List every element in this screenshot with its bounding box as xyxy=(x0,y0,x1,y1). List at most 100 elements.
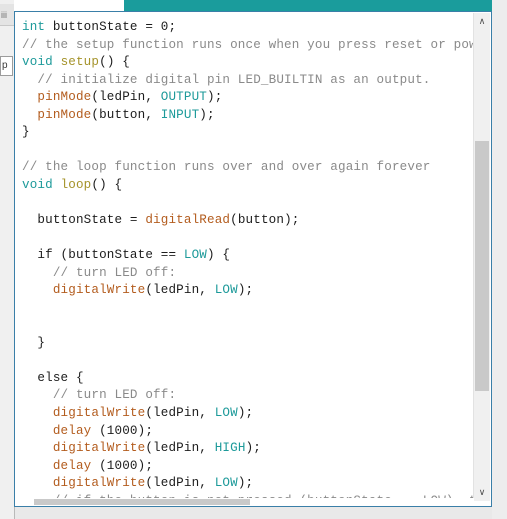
code-token: digitalWrite xyxy=(52,441,146,456)
code-line[interactable]: pinMode(button, INPUT); xyxy=(16,107,474,125)
code-line[interactable]: int buttonState = 0; xyxy=(16,19,474,37)
horizontal-scrollbar[interactable] xyxy=(16,498,474,505)
code-line[interactable]: delay (1000); xyxy=(16,423,474,441)
code-token: buttonState = xyxy=(22,213,146,228)
code-token: digitalWrite xyxy=(52,406,146,421)
code-token: (1000); xyxy=(91,458,154,473)
code-line[interactable] xyxy=(16,142,474,160)
code-token: void xyxy=(22,55,53,70)
code-line[interactable]: } xyxy=(16,335,474,353)
scroll-up-arrow-icon[interactable]: ∧ xyxy=(474,13,490,30)
code-token: ); xyxy=(237,476,254,491)
code-line[interactable]: digitalWrite(ledPin, HIGH); xyxy=(16,440,474,458)
code-token: (ledPin, xyxy=(91,90,161,105)
code-token: if (buttonState == xyxy=(22,248,184,263)
code-line[interactable]: if (buttonState == LOW) { xyxy=(16,247,474,265)
background-window-toolbar: iii xyxy=(0,4,14,26)
sketch-tab[interactable] xyxy=(14,0,124,11)
code-token: buttonState = 0; xyxy=(45,20,177,34)
code-token: digitalWrite xyxy=(52,476,146,491)
code-token: INPUT xyxy=(160,107,200,122)
code-token: (ledPin, xyxy=(145,441,215,456)
code-line[interactable] xyxy=(16,317,474,335)
code-line[interactable]: void setup() { xyxy=(16,54,474,72)
code-token: (button); xyxy=(230,213,300,228)
code-line[interactable]: // turn LED off: xyxy=(16,387,474,405)
code-line[interactable]: digitalWrite(ledPin, LOW); xyxy=(16,475,474,493)
code-line[interactable]: digitalWrite(ledPin, LOW); xyxy=(16,405,474,423)
scroll-down-arrow-icon[interactable]: ∨ xyxy=(474,484,490,501)
code-token: } xyxy=(22,335,46,350)
code-token: pinMode xyxy=(37,107,92,122)
code-token: digitalRead xyxy=(145,213,231,228)
vertical-scrollbar[interactable]: ∧ ∨ xyxy=(473,13,490,501)
title-bar[interactable] xyxy=(14,0,492,11)
code-line[interactable] xyxy=(16,352,474,370)
code-token: pinMode xyxy=(37,90,92,105)
code-token: setup xyxy=(60,55,100,70)
code-token: (button, xyxy=(91,107,161,122)
code-line[interactable]: delay (1000); xyxy=(16,458,474,476)
editor-frame: int buttonState = 0;// the setup functio… xyxy=(14,11,492,507)
code-token: LOW xyxy=(183,248,207,263)
code-token: // initialize digital pin LED_BUILTIN as… xyxy=(22,72,431,87)
code-line[interactable]: pinMode(ledPin, OUTPUT); xyxy=(16,89,474,107)
code-token: // turn LED off: xyxy=(22,265,177,280)
background-window[interactable]: iii p xyxy=(0,0,15,519)
code-token: void xyxy=(22,177,53,192)
code-token: (ledPin, xyxy=(145,406,215,421)
code-line[interactable]: // the loop function runs over and over … xyxy=(16,159,474,177)
code-token: () { xyxy=(91,177,123,192)
code-line[interactable] xyxy=(16,300,474,318)
background-window-text-field[interactable]: p xyxy=(0,56,13,76)
code-token: ); xyxy=(237,406,254,421)
code-token: // the setup function runs once when you… xyxy=(22,37,474,52)
code-token: loop xyxy=(60,177,92,192)
code-line[interactable]: } xyxy=(16,124,474,142)
code-line[interactable]: // initialize digital pin LED_BUILTIN as… xyxy=(16,72,474,90)
code-token: LOW xyxy=(214,283,238,298)
code-token: // the loop function runs over and over … xyxy=(22,160,431,175)
code-token: ); xyxy=(237,283,254,298)
code-token: (ledPin, xyxy=(145,476,215,491)
code-token: (1000); xyxy=(91,423,154,438)
code-line[interactable]: // turn LED off: xyxy=(16,265,474,283)
code-token: delay xyxy=(52,423,92,438)
vertical-scrollbar-thumb[interactable] xyxy=(475,141,489,391)
code-token: ); xyxy=(199,107,215,122)
code-token: ); xyxy=(245,441,261,456)
horizontal-scrollbar-thumb[interactable] xyxy=(34,499,250,505)
code-token: () { xyxy=(99,55,130,70)
code-line[interactable] xyxy=(16,194,474,212)
code-line[interactable]: buttonState = digitalRead(button); xyxy=(16,212,474,230)
code-token: else { xyxy=(22,370,84,385)
code-line[interactable]: // the setup function runs once when you… xyxy=(16,37,474,55)
screen: iii p int buttonState = 0;// the setup f… xyxy=(0,0,507,519)
code-token: // turn LED off: xyxy=(22,388,177,403)
arduino-editor-window: int buttonState = 0;// the setup functio… xyxy=(14,0,492,519)
code-editor[interactable]: int buttonState = 0;// the setup functio… xyxy=(16,13,474,501)
code-token: (ledPin, xyxy=(145,283,215,298)
code-token: } xyxy=(22,125,30,140)
code-token: ) { xyxy=(206,248,231,263)
code-line[interactable]: else { xyxy=(16,370,474,388)
desktop-background xyxy=(492,0,507,519)
code-line[interactable]: digitalWrite(ledPin, LOW); xyxy=(16,282,474,300)
code-line[interactable] xyxy=(16,230,474,248)
code-token: digitalWrite xyxy=(52,283,146,298)
code-token: int xyxy=(22,20,46,34)
code-line[interactable]: void loop() { xyxy=(16,177,474,195)
code-token: delay xyxy=(52,458,92,473)
code-token: HIGH xyxy=(214,441,246,456)
code-token: ); xyxy=(207,90,223,105)
